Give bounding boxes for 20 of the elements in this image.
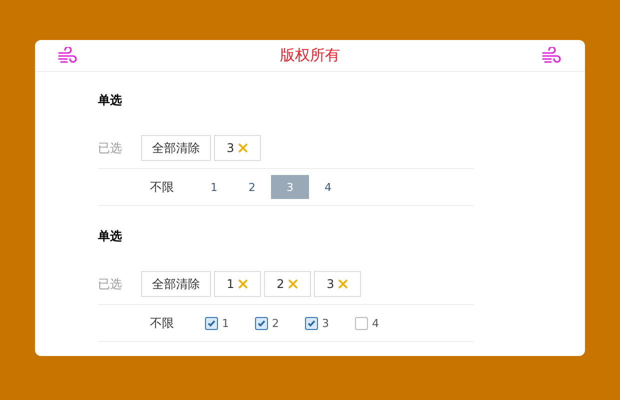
selected-chip[interactable]: 3 [214, 135, 261, 161]
any-option[interactable]: 不限 [150, 314, 205, 332]
any-option[interactable]: 不限 [150, 178, 195, 196]
option-label: 1 [222, 316, 229, 330]
option-label: 2 [272, 316, 279, 330]
option-label: 4 [372, 316, 379, 330]
selected-chip[interactable]: 3 [314, 271, 361, 297]
selected-chip[interactable]: 2 [264, 271, 311, 297]
selected-chip[interactable]: 1 [214, 271, 261, 297]
section-title: 单选 [98, 92, 123, 108]
option-label: 3 [322, 316, 329, 330]
section-title: 单选 [98, 228, 123, 244]
selected-label: 已选 [98, 276, 123, 292]
clear-all-button[interactable]: 全部清除 [141, 135, 211, 161]
option-item[interactable]: 2 [233, 175, 271, 199]
option-item[interactable]: 1 [195, 175, 233, 199]
header-title: 版权所有 [280, 46, 340, 65]
selected-label: 已选 [98, 140, 123, 156]
clear-all-button[interactable]: 全部清除 [141, 271, 211, 297]
option-item[interactable]: 4 [309, 175, 347, 199]
